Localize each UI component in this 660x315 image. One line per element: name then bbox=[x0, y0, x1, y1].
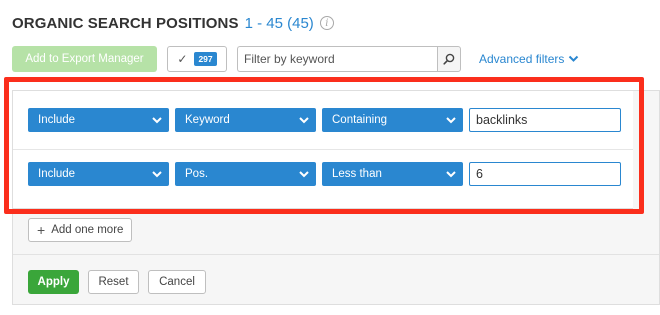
operator-select-value: Less than bbox=[332, 168, 382, 180]
field-select-value: Keyword bbox=[185, 114, 230, 126]
chevron-down-icon bbox=[299, 171, 309, 178]
operator-select-value: Containing bbox=[332, 114, 387, 126]
chevron-down-icon bbox=[569, 55, 579, 62]
filter-rows: Include Keyword Containing Include bbox=[13, 91, 633, 209]
search-button[interactable] bbox=[437, 46, 461, 72]
plus-icon: + bbox=[37, 222, 46, 238]
selected-count-badge: 297 bbox=[194, 52, 217, 66]
add-to-export-manager-button[interactable]: Add to Export Manager bbox=[12, 46, 157, 72]
select-all-checkbox-button[interactable]: ✓ 297 bbox=[167, 46, 227, 72]
advanced-filters-label: Advanced filters bbox=[479, 52, 565, 66]
actions-divider bbox=[13, 254, 659, 255]
include-select[interactable]: Include bbox=[28, 108, 169, 132]
advanced-filters-link[interactable]: Advanced filters bbox=[479, 52, 579, 66]
include-select-value: Include bbox=[38, 168, 76, 180]
search-icon bbox=[443, 53, 455, 65]
filter-row: Include Pos. Less than bbox=[28, 162, 621, 186]
field-select[interactable]: Pos. bbox=[175, 162, 316, 186]
operator-select[interactable]: Containing bbox=[322, 108, 463, 132]
page-title: ORGANIC SEARCH POSITIONS bbox=[12, 14, 239, 32]
reset-button[interactable]: Reset bbox=[88, 270, 139, 294]
add-one-more-button[interactable]: + Add one more bbox=[28, 218, 133, 242]
filter-by-keyword-input[interactable] bbox=[237, 46, 437, 72]
include-select[interactable]: Include bbox=[28, 162, 169, 186]
info-icon[interactable]: i bbox=[319, 16, 334, 30]
add-one-more-label: Add one more bbox=[51, 224, 124, 236]
checkmark-icon: ✓ bbox=[177, 52, 188, 66]
filter-value-input[interactable] bbox=[469, 162, 621, 186]
include-select-value: Include bbox=[38, 114, 76, 126]
row-divider bbox=[13, 149, 633, 150]
chevron-down-icon bbox=[152, 171, 162, 178]
field-select-value: Pos. bbox=[185, 168, 209, 180]
chevron-down-icon bbox=[299, 117, 309, 124]
keyword-filter bbox=[237, 46, 461, 72]
operator-select[interactable]: Less than bbox=[322, 162, 463, 186]
results-range: 1 - 45 (45) bbox=[244, 14, 314, 32]
chevron-down-icon bbox=[152, 117, 162, 124]
chevron-down-icon bbox=[446, 171, 456, 178]
chevron-down-icon bbox=[446, 117, 456, 124]
toolbar: Add to Export Manager ✓ 297 Advanced fil… bbox=[12, 46, 579, 72]
field-select[interactable]: Keyword bbox=[175, 108, 316, 132]
cancel-button[interactable]: Cancel bbox=[148, 270, 206, 294]
advanced-filters-panel: Include Keyword Containing Include bbox=[12, 90, 660, 305]
report-header: ORGANIC SEARCH POSITIONS 1 - 45 (45) i bbox=[12, 14, 334, 32]
filter-actions: Apply Reset Cancel bbox=[28, 270, 206, 294]
page: ORGANIC SEARCH POSITIONS 1 - 45 (45) i A… bbox=[0, 0, 660, 315]
filter-value-input[interactable] bbox=[469, 108, 621, 132]
filter-row: Include Keyword Containing bbox=[28, 108, 621, 132]
apply-button[interactable]: Apply bbox=[28, 270, 79, 294]
